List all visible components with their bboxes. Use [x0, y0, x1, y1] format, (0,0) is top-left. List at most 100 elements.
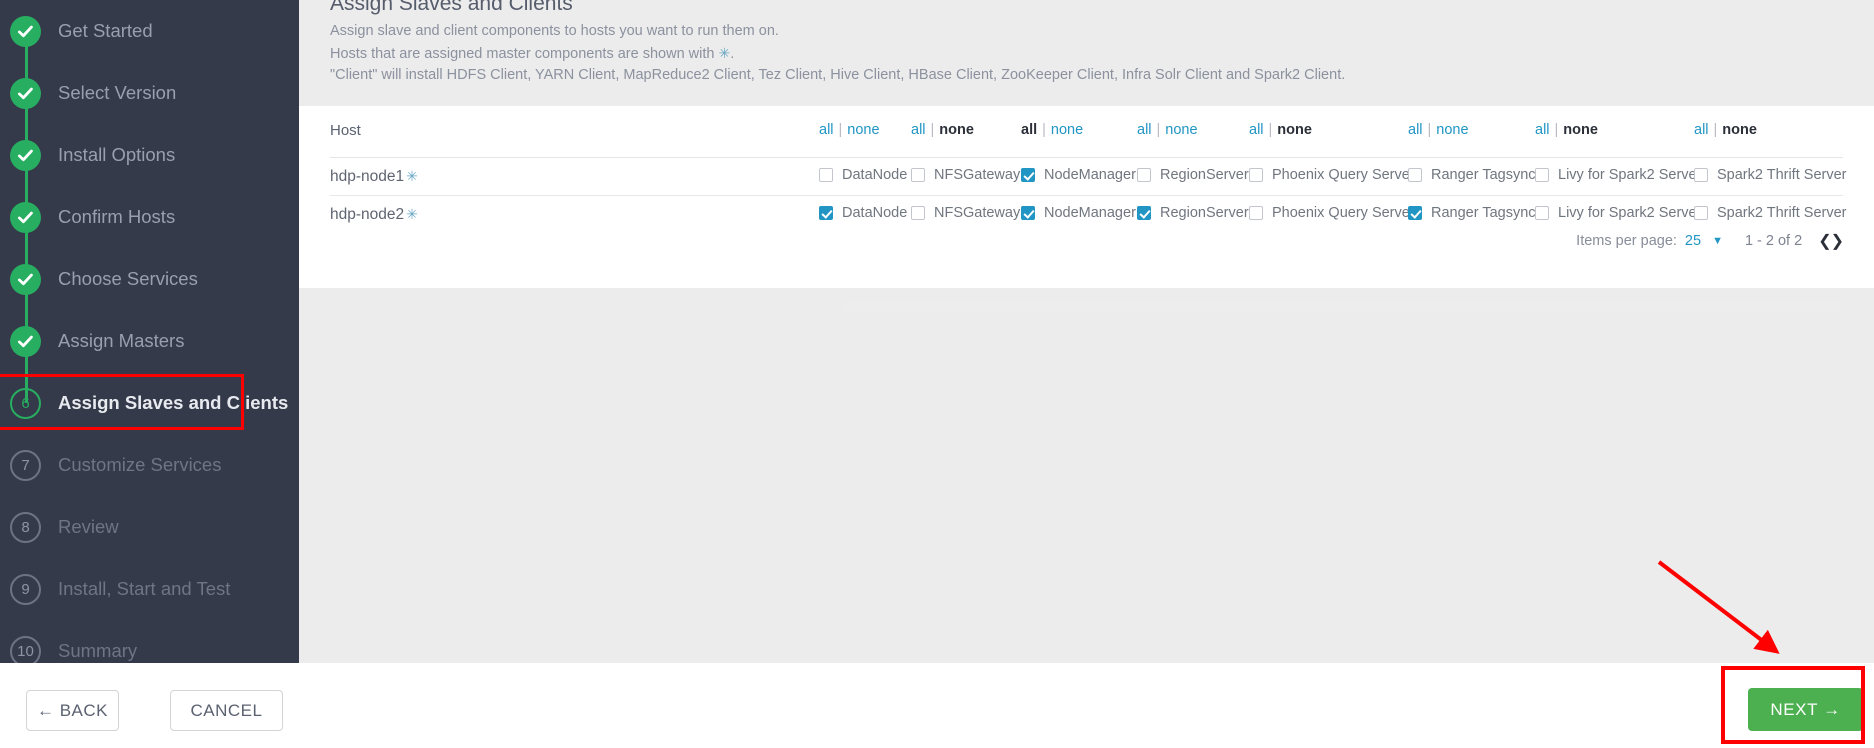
component-assignment-regionserver[interactable]: RegionServer [1137, 205, 1249, 221]
step-number-badge: 10 [10, 635, 41, 663]
component-assignment-spark2-thrift-server[interactable]: Spark2 Thrift Server [1694, 205, 1846, 221]
step-complete-check-icon [10, 77, 41, 109]
checkbox-checked[interactable] [1021, 206, 1035, 220]
checkbox-unchecked[interactable] [1249, 206, 1263, 220]
component-assignment-ranger-tagsync[interactable]: Ranger Tagsync [1408, 167, 1536, 183]
select-none-link[interactable]: none [1165, 122, 1197, 138]
select-all-link[interactable]: all [819, 122, 834, 138]
component-assignment-nfsgateway[interactable]: NFSGateway [911, 167, 1020, 183]
component-assignment-regionserver[interactable]: RegionServer [1137, 167, 1249, 183]
component-label: DataNode [842, 167, 908, 183]
checkbox-checked[interactable] [1137, 206, 1151, 220]
sidebar-step-assign-slaves-and-clients[interactable]: 6 Assign Slaves and Clients [0, 372, 299, 434]
select-all-link[interactable]: all [1137, 122, 1152, 138]
component-label: DataNode [842, 205, 908, 221]
select-none-link[interactable]: none [1436, 122, 1468, 138]
install-wizard-page: Get Started Select Version Install Options… [0, 0, 1874, 748]
sidebar-step-assign-masters[interactable]: Assign Masters [0, 310, 299, 372]
description-line-3: "Client" will install HDFS Client, YARN … [330, 67, 1346, 83]
step-complete-check-icon [10, 263, 41, 295]
pagination-arrows[interactable]: ❮❯ [1818, 231, 1844, 251]
sidebar-step-label: Review [58, 516, 119, 537]
link-separator: | [838, 122, 843, 138]
component-assignment-ranger-tagsync[interactable]: Ranger Tagsync [1408, 205, 1536, 221]
horizontal-scrollbar[interactable] [841, 302, 1841, 313]
sidebar-step-confirm-hosts[interactable]: Confirm Hosts [0, 186, 299, 248]
select-all-link[interactable]: all [1249, 122, 1264, 138]
chevron-left-icon[interactable]: ❮ [1818, 233, 1831, 250]
main-content: Assign Slaves and Clients Assign slave a… [299, 0, 1874, 663]
step-number-badge: 9 [10, 573, 41, 605]
component-assignment-nfsgateway[interactable]: NFSGateway [911, 205, 1020, 221]
select-none-link[interactable]: none [1277, 122, 1312, 138]
checkbox-checked[interactable] [819, 206, 833, 220]
checkbox-unchecked[interactable] [819, 168, 833, 182]
component-label: Ranger Tagsync [1431, 205, 1536, 221]
table-row: hdp-node2 ✳ DataNode NFSGateway NodeManager R… [330, 196, 1846, 234]
sidebar-step-summary[interactable]: 10 Summary [0, 620, 299, 663]
host-name: hdp-node1 ✳ [330, 168, 418, 186]
checkbox-unchecked[interactable] [911, 168, 925, 182]
page-title: Assign Slaves and Clients [330, 0, 573, 15]
component-assignment-phoenix-query-server[interactable]: Phoenix Query Server [1249, 167, 1415, 183]
select-none-link[interactable]: none [1563, 122, 1598, 138]
select-all-link[interactable]: all [1694, 122, 1709, 138]
select-all-link[interactable]: all [911, 122, 926, 138]
checkbox-unchecked[interactable] [1408, 168, 1422, 182]
items-per-page-value[interactable]: 25 [1685, 233, 1701, 249]
sidebar-step-review[interactable]: 8 Review [0, 496, 299, 558]
page-description: Assign slave and client components to ho… [330, 21, 1345, 87]
component-assignment-datanode[interactable]: DataNode [819, 205, 907, 221]
column-select-toggle-spark2-thrift-server: all | none [1694, 122, 1757, 138]
checkbox-unchecked[interactable] [1249, 168, 1263, 182]
next-button[interactable]: NEXT → [1748, 688, 1863, 731]
component-assignment-phoenix-query-server[interactable]: Phoenix Query Server [1249, 205, 1415, 221]
paginator: Items per page: 25 ▼ 1 - 2 of 2 ❮❯ [1576, 231, 1844, 251]
checkbox-unchecked[interactable] [911, 206, 925, 220]
assignment-table-card: Host all | none all | none all | none all | none all… [299, 106, 1874, 288]
sidebar-step-label: Get Started [58, 20, 153, 41]
select-none-link[interactable]: none [1051, 122, 1083, 138]
select-none-link[interactable]: none [1722, 122, 1757, 138]
checkbox-unchecked[interactable] [1137, 168, 1151, 182]
column-select-toggle-phoenix-query-server: all | none [1249, 122, 1312, 138]
component-label: Phoenix Query Server [1272, 167, 1415, 183]
select-all-link[interactable]: all [1535, 122, 1550, 138]
component-label: RegionServer [1160, 205, 1249, 221]
component-assignment-nodemanager[interactable]: NodeManager [1021, 205, 1136, 221]
checkbox-unchecked[interactable] [1535, 206, 1549, 220]
sidebar-step-install-start-and-test[interactable]: 9 Install, Start and Test [0, 558, 299, 620]
select-all-link[interactable]: all [1408, 122, 1423, 138]
component-label: NodeManager [1044, 167, 1136, 183]
sidebar-step-select-version[interactable]: Select Version [0, 62, 299, 124]
chevron-down-icon[interactable]: ▼ [1712, 235, 1723, 247]
component-assignment-nodemanager[interactable]: NodeManager [1021, 167, 1136, 183]
back-button[interactable]: ← BACK [26, 690, 119, 731]
select-none-link[interactable]: none [939, 122, 974, 138]
sidebar-step-choose-services[interactable]: Choose Services [0, 248, 299, 310]
component-label: NFSGateway [934, 205, 1021, 221]
checkbox-unchecked[interactable] [1535, 168, 1549, 182]
checkbox-unchecked[interactable] [1694, 206, 1708, 220]
component-label: Spark2 Thrift Server [1717, 167, 1847, 183]
component-assignment-datanode[interactable]: DataNode [819, 167, 907, 183]
description-line-1: Assign slave and client components to ho… [330, 23, 779, 39]
sidebar-step-label: Confirm Hosts [58, 206, 176, 227]
checkbox-unchecked[interactable] [1694, 168, 1708, 182]
link-separator: | [930, 122, 935, 138]
column-select-toggle-ranger-tagsync: all | none [1408, 122, 1469, 138]
sidebar-step-get-started[interactable]: Get Started [0, 0, 299, 62]
select-all-link[interactable]: all [1021, 122, 1037, 138]
chevron-right-icon[interactable]: ❯ [1831, 233, 1844, 250]
component-assignment-livy-for-spark2-server[interactable]: Livy for Spark2 Server [1535, 205, 1701, 221]
select-none-link[interactable]: none [847, 122, 879, 138]
sidebar-step-install-options[interactable]: Install Options [0, 124, 299, 186]
component-assignment-livy-for-spark2-server[interactable]: Livy for Spark2 Server [1535, 167, 1701, 183]
checkbox-checked[interactable] [1408, 206, 1422, 220]
component-assignment-spark2-thrift-server[interactable]: Spark2 Thrift Server [1694, 167, 1846, 183]
cancel-button[interactable]: CANCEL [170, 690, 283, 731]
sidebar-step-label: Customize Services [58, 454, 222, 475]
sidebar-step-label: Install, Start and Test [58, 578, 231, 599]
sidebar-step-customize-services[interactable]: 7 Customize Services [0, 434, 299, 496]
checkbox-checked[interactable] [1021, 168, 1035, 182]
